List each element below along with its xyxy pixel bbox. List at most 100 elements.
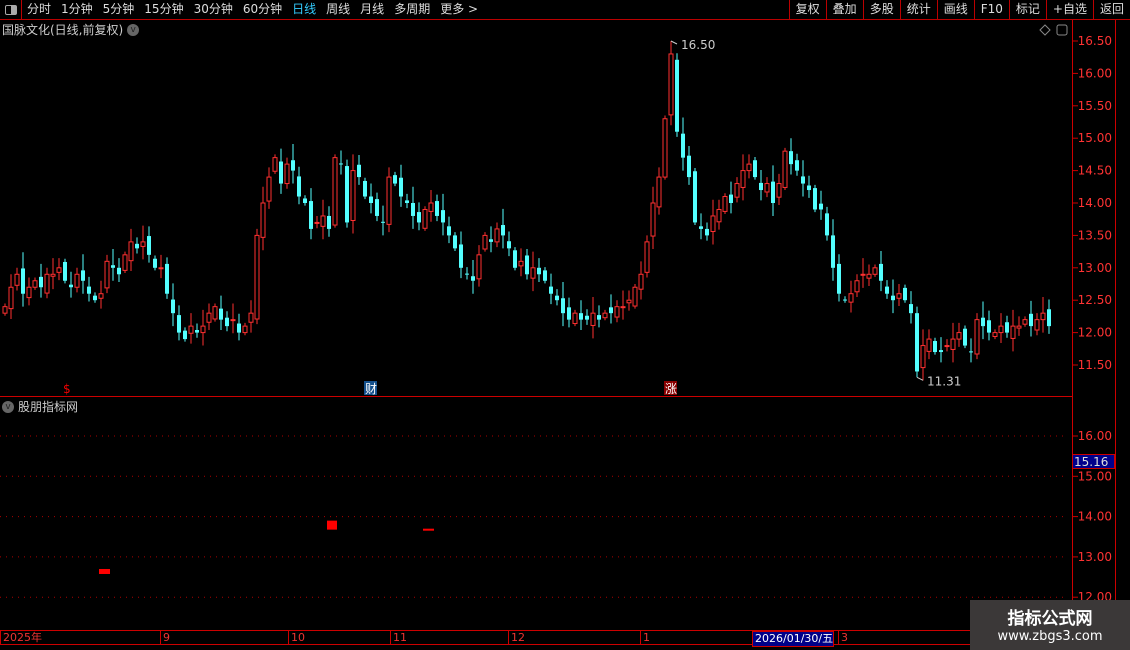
candle-body xyxy=(111,265,115,268)
kline-chart[interactable]: 16.50 16.00 15.50 15.00 14.50 14.00 13.50 13.00… xyxy=(0,0,1130,650)
candle-body xyxy=(320,215,326,227)
candle-body xyxy=(279,161,283,184)
candle-body xyxy=(555,295,559,301)
toolbar-button[interactable]: 标记 xyxy=(1008,0,1046,19)
candle-body xyxy=(819,203,823,210)
price-tick-label: 13.00 xyxy=(1078,261,1112,275)
candle-body xyxy=(662,118,668,178)
candle-body xyxy=(291,160,295,171)
candle-body xyxy=(339,163,343,165)
period-tab[interactable]: 日线 xyxy=(287,0,321,19)
candle-body xyxy=(981,317,985,327)
period-tab[interactable]: 更多 > xyxy=(435,0,483,19)
period-tab[interactable]: 1分钟 xyxy=(56,0,98,19)
event-marker: $ xyxy=(63,382,71,396)
candle-body xyxy=(494,228,500,243)
candle-body xyxy=(345,166,349,223)
period-tab[interactable]: 多周期 xyxy=(389,0,435,19)
candle-body xyxy=(183,330,187,340)
time-label: 12 xyxy=(508,631,525,645)
toolbar-button[interactable]: 叠加 xyxy=(825,0,863,19)
candle-body xyxy=(939,350,943,353)
toolbar-button[interactable]: 画线 xyxy=(936,0,974,19)
indicator-name: 股朋指标网 xyxy=(18,400,79,414)
candle-body xyxy=(963,328,967,346)
period-tab[interactable]: 60分钟 xyxy=(238,0,287,19)
chevron-down-icon[interactable]: v xyxy=(2,400,14,413)
candle-body xyxy=(482,234,488,250)
candle-body xyxy=(860,273,866,276)
panel-divider[interactable] xyxy=(0,396,1072,397)
candle-body xyxy=(734,183,740,198)
period-tab[interactable]: 分时 xyxy=(22,0,56,19)
toolbar-button[interactable]: 统计 xyxy=(899,0,937,19)
candle-body xyxy=(188,325,194,334)
chevron-down-icon[interactable]: v xyxy=(127,23,140,36)
candle-body xyxy=(135,243,139,249)
candle-body xyxy=(435,201,439,216)
period-tab[interactable]: 15分钟 xyxy=(139,0,188,19)
candle-body xyxy=(63,261,67,281)
candle-body xyxy=(668,53,674,116)
candle-body xyxy=(710,215,716,233)
period-tab[interactable]: 周线 xyxy=(321,0,355,19)
toolbar-button[interactable]: 复权 xyxy=(788,0,826,19)
toolbar-button[interactable]: +自选 xyxy=(1045,0,1093,19)
candle-body xyxy=(903,287,907,301)
candle-body xyxy=(879,263,883,281)
candle-body xyxy=(128,241,134,262)
toolbar-button[interactable]: 多股 xyxy=(862,0,900,19)
chart-title: 国脉文化(日线,前复权) v xyxy=(2,21,140,38)
candle-body xyxy=(909,304,913,314)
candle-body xyxy=(597,315,601,320)
panel-icon xyxy=(1056,24,1068,36)
candle-body xyxy=(303,198,307,203)
high-price-label: 16.50 xyxy=(681,38,715,52)
candle-body xyxy=(50,273,56,277)
candle-body xyxy=(357,164,361,178)
candle-body xyxy=(572,312,578,325)
candle-body xyxy=(165,263,169,294)
candle-body xyxy=(98,293,104,299)
candle-body xyxy=(974,319,980,355)
candle-body xyxy=(219,308,223,320)
candle-body xyxy=(81,270,85,281)
candle-body xyxy=(915,313,919,372)
candle-body xyxy=(381,221,385,223)
event-marker: 涨 xyxy=(665,381,677,396)
candle-body xyxy=(837,263,841,294)
price-tick-label: 16.00 xyxy=(1078,66,1112,80)
candle-body xyxy=(1016,325,1022,329)
candle-body xyxy=(272,157,278,172)
candle-body xyxy=(314,221,320,224)
period-tab[interactable]: 30分钟 xyxy=(189,0,238,19)
candle-body xyxy=(363,180,367,197)
stock-title: 国脉文化(日线,前复权) xyxy=(2,23,124,37)
candle-body xyxy=(14,273,20,286)
candle-body xyxy=(789,151,793,165)
panel-toggle-button[interactable] xyxy=(0,0,22,20)
candle-body xyxy=(693,171,697,223)
candle-body xyxy=(1005,322,1009,333)
toolbar-button[interactable]: F10 xyxy=(973,0,1009,19)
toolbar-button[interactable]: 返回 xyxy=(1092,0,1130,19)
candle-body xyxy=(746,163,752,172)
candle-body xyxy=(309,201,313,229)
period-tab[interactable]: 月线 xyxy=(355,0,389,19)
candle-body xyxy=(122,254,128,271)
candle-body xyxy=(248,312,254,323)
candle-body xyxy=(260,202,266,238)
price-axis-border xyxy=(1072,20,1073,645)
indicator-tick-label: 16.00 xyxy=(1078,429,1112,443)
candle-body xyxy=(543,270,547,281)
indicator-tick-label: 13.00 xyxy=(1078,550,1112,564)
candle-body xyxy=(705,228,709,236)
toolbar: 分时 1分钟 5分钟 15分钟 30分钟 60分钟 日线 周线 月线 多周期 更多 > 复权 叠加 多股… xyxy=(0,0,1130,20)
candle-body xyxy=(74,273,80,288)
candle-body xyxy=(350,170,356,221)
candle-body xyxy=(153,258,157,268)
candle-body xyxy=(140,241,146,247)
period-tab[interactable]: 5分钟 xyxy=(98,0,140,19)
candle-body xyxy=(1029,313,1033,327)
time-label: 11 xyxy=(390,631,407,645)
